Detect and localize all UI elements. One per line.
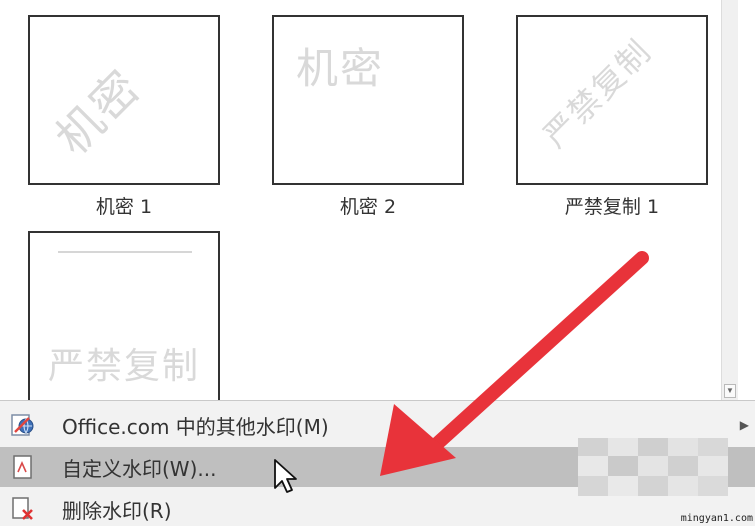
obscured-area bbox=[578, 438, 728, 496]
remove-watermark-icon bbox=[12, 497, 33, 520]
scroll-down-arrow-icon[interactable]: ▼ bbox=[724, 384, 736, 398]
custom-watermark-icon bbox=[13, 455, 32, 479]
site-watermark: mingyan1.com bbox=[680, 513, 753, 524]
thumb-label: 机密 2 bbox=[339, 196, 397, 218]
submenu-arrow-icon: ▶ bbox=[739, 418, 749, 432]
watermark-preview-text: 严禁复制 bbox=[535, 31, 659, 155]
watermark-menu: Office.com 中的其他水印(M) ▶ 自定义水印(W)... 删除水印(… bbox=[0, 400, 755, 526]
watermark-thumb-no-copy-1[interactable]: 严禁复制 bbox=[516, 15, 708, 185]
mouse-cursor-icon bbox=[274, 459, 297, 493]
watermark-gallery: 机密 机密 1 机密 机密 2 严禁复制 严禁复制 1 严禁复制 ▼ bbox=[0, 0, 738, 400]
menu-item-label: Office.com 中的其他水印(M) bbox=[62, 414, 329, 439]
office-globe-icon bbox=[11, 414, 34, 436]
header-line bbox=[58, 251, 192, 253]
thumb-label: 严禁复制 1 bbox=[564, 196, 660, 218]
watermark-preview-text: 机密 bbox=[45, 59, 152, 166]
menu-item-label: 自定义水印(W)... bbox=[62, 456, 217, 481]
gallery-scrollbar[interactable]: ▼ bbox=[721, 0, 738, 400]
watermark-preview-text: 机密 bbox=[296, 44, 385, 93]
watermark-thumb-confidential-2[interactable]: 机密 bbox=[272, 15, 464, 185]
menu-item-label: 删除水印(R) bbox=[62, 498, 172, 523]
watermark-thumb-no-copy-2[interactable]: 严禁复制 bbox=[28, 231, 220, 400]
watermark-thumb-confidential-1[interactable]: 机密 bbox=[28, 15, 220, 185]
watermark-preview-text: 严禁复制 bbox=[48, 346, 201, 387]
thumb-label: 机密 1 bbox=[95, 196, 153, 218]
